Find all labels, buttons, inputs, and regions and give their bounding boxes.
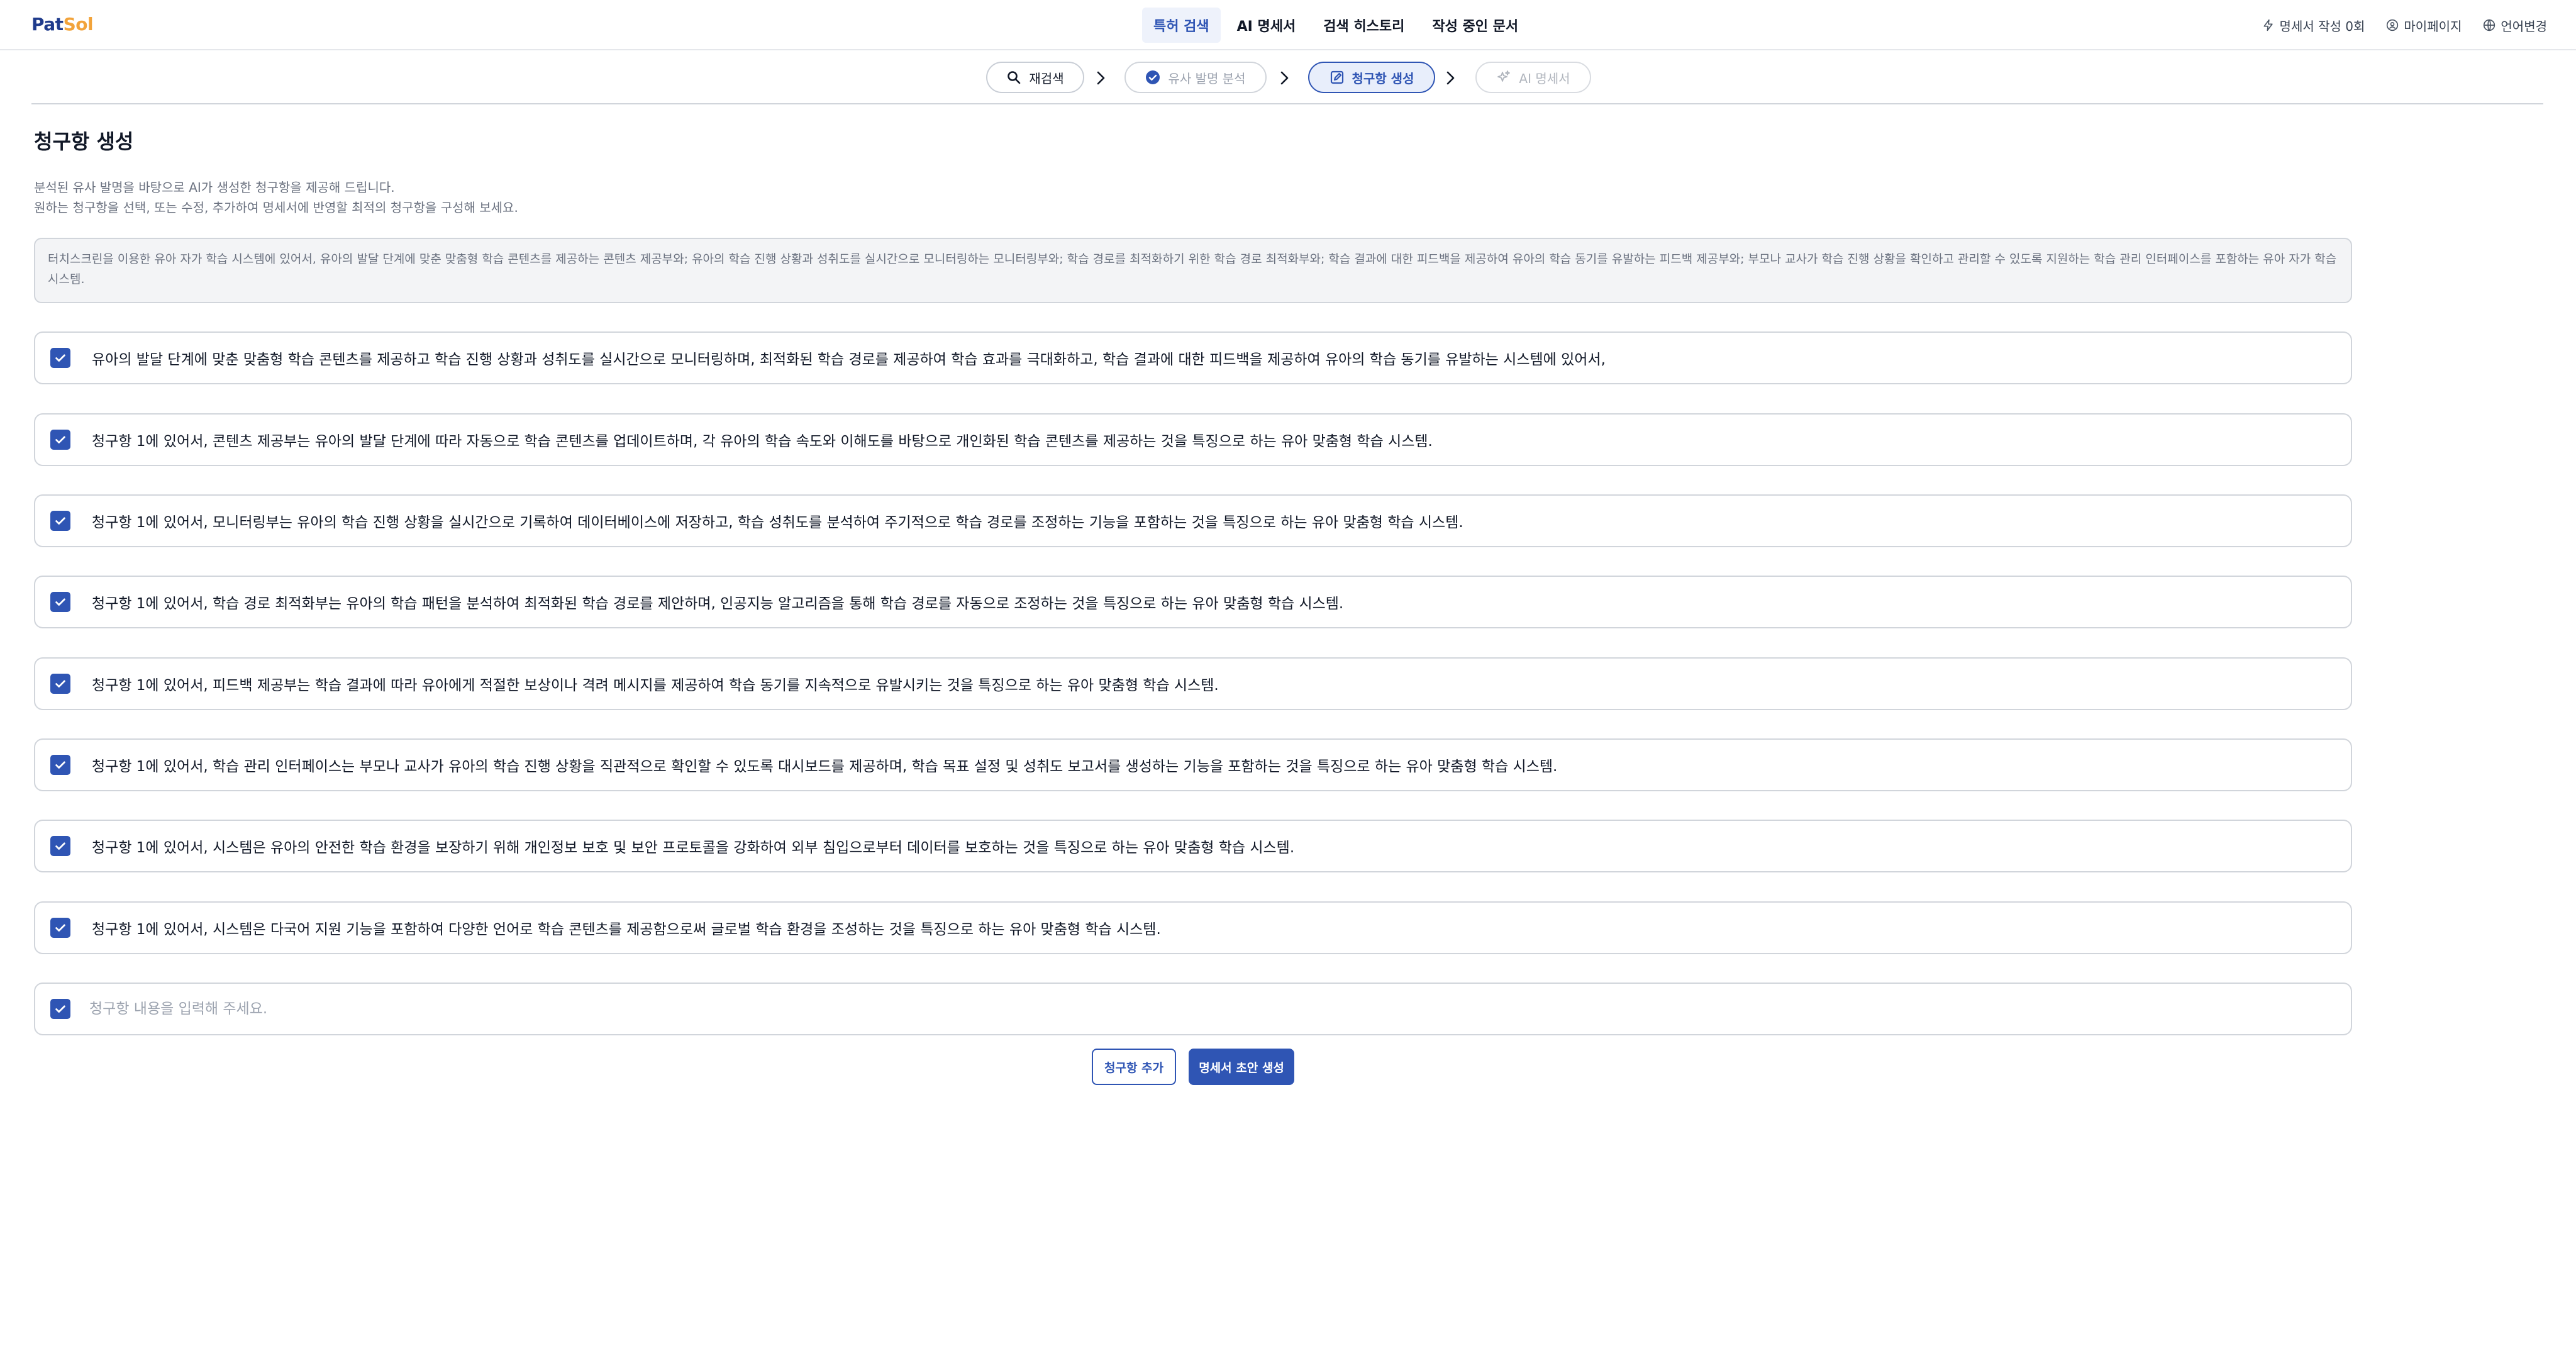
step-claim-generation[interactable]: 청구항 생성 — [1308, 62, 1435, 93]
step-similar-analysis[interactable]: 유사 발명 분석 — [1124, 62, 1267, 93]
main-nav: 특허 검색 AI 명세서 검색 히스토리 작성 중인 문서 — [1142, 8, 1530, 43]
user-icon — [2387, 19, 2399, 31]
check-icon — [55, 1005, 65, 1013]
claim-text[interactable]: 청구항 1에 있어서, 피드백 제공부는 학습 결과에 따라 유아에게 적절한 … — [92, 673, 1219, 694]
check-icon — [55, 517, 65, 525]
claim-checkbox[interactable] — [50, 999, 70, 1019]
user-menu: 명세서 작성 0회 마이페이지 언어변경 — [2262, 0, 2547, 50]
claim-item-2: 청구항 1에 있어서, 콘텐츠 제공부는 유아의 발달 단계에 따라 자동으로 … — [34, 413, 2352, 466]
description-line-1: 분석된 유사 발명을 바탕으로 AI가 생성한 청구항을 제공해 드립니다. — [34, 180, 395, 195]
step-ai-specification-label: AI 명세서 — [1519, 70, 1570, 86]
claim-text[interactable]: 유아의 발달 단계에 맞춘 맞춤형 학습 콘텐츠를 제공하고 학습 진행 상황과… — [92, 347, 1606, 369]
nav-patent-search[interactable]: 특허 검색 — [1142, 8, 1221, 43]
check-circle-icon — [1146, 70, 1160, 84]
step-similar-analysis-label: 유사 발명 분석 — [1168, 70, 1246, 86]
claim-text[interactable]: 청구항 1에 있어서, 시스템은 유아의 안전한 학습 환경을 보장하기 위해 … — [92, 835, 1294, 857]
page-description: 분석된 유사 발명을 바탕으로 AI가 생성한 청구항을 제공해 드립니다. 원… — [34, 177, 518, 218]
check-icon — [55, 436, 65, 443]
claim-checkbox[interactable] — [50, 836, 70, 856]
claim-item-4: 청구항 1에 있어서, 학습 경로 최적화부는 유아의 학습 패턴을 분석하여 … — [34, 576, 2352, 628]
claim-item-5: 청구항 1에 있어서, 피드백 제공부는 학습 결과에 따라 유아에게 적절한 … — [34, 657, 2352, 710]
claim-text[interactable]: 청구항 1에 있어서, 모니터링부는 유아의 학습 진행 상황을 실시간으로 기… — [92, 510, 1463, 532]
claim-checkbox[interactable] — [50, 592, 70, 612]
logo-text-sol: Sol — [63, 14, 94, 35]
step-research[interactable]: 재검색 — [986, 62, 1084, 93]
claim-text[interactable]: 청구항 1에 있어서, 학습 경로 최적화부는 유아의 학습 패턴을 분석하여 … — [92, 591, 1343, 613]
step-research-label: 재검색 — [1029, 70, 1064, 86]
claim-item-1: 유아의 발달 단계에 맞춘 맞춤형 학습 콘텐츠를 제공하고 학습 진행 상황과… — [34, 331, 2352, 384]
page-title: 청구항 생성 — [34, 130, 134, 153]
edit-icon — [1330, 70, 1343, 84]
claim-item-6: 청구항 1에 있어서, 학습 관리 인터페이스는 부모나 교사가 유아의 학습 … — [34, 738, 2352, 791]
chevron-right-icon — [1280, 71, 1289, 85]
claim-text[interactable]: 청구항 1에 있어서, 콘텐츠 제공부는 유아의 발달 단계에 따라 자동으로 … — [92, 429, 1433, 450]
credits-indicator[interactable]: 명세서 작성 0회 — [2262, 16, 2365, 35]
claim-checkbox[interactable] — [50, 511, 70, 531]
check-icon — [55, 680, 65, 688]
logo-text-pat: Pat — [31, 14, 64, 35]
invention-summary: 터치스크린을 이용한 유아 자가 학습 시스템에 있어서, 유아의 발달 단계에… — [34, 238, 2352, 303]
check-icon — [55, 842, 65, 850]
check-icon — [55, 924, 65, 932]
mypage-link[interactable]: 마이페이지 — [2386, 16, 2462, 35]
mypage-label: 마이페이지 — [2404, 18, 2462, 34]
chevron-right-icon — [1097, 71, 1105, 85]
language-label: 언어변경 — [2501, 18, 2547, 34]
step-ai-specification[interactable]: AI 명세서 — [1475, 62, 1591, 93]
progress-stepper: 재검색 유사 발명 분석 청구항 생성 AI 명세서 — [0, 62, 2576, 94]
stepper-divider — [31, 103, 2543, 104]
claim-checkbox[interactable] — [50, 430, 70, 450]
claim-text[interactable]: 청구항 1에 있어서, 학습 관리 인터페이스는 부모나 교사가 유아의 학습 … — [92, 754, 1557, 776]
search-icon — [1008, 71, 1021, 84]
claim-item-8: 청구항 1에 있어서, 시스템은 다국어 지원 기능을 포함하여 다양한 언어로… — [34, 901, 2352, 954]
description-line-2: 원하는 청구항을 선택, 또는 수정, 추가하여 명세서에 반영할 최적의 청구… — [34, 200, 518, 215]
nav-drafts[interactable]: 작성 중인 문서 — [1421, 8, 1530, 43]
claim-text[interactable]: 청구항 1에 있어서, 시스템은 다국어 지원 기능을 포함하여 다양한 언어로… — [92, 917, 1161, 938]
claim-checkbox[interactable] — [50, 918, 70, 938]
globe-icon — [2484, 19, 2496, 31]
chevron-right-icon — [1446, 71, 1455, 85]
check-icon — [55, 354, 65, 362]
check-icon — [55, 761, 65, 769]
sparkle-icon — [1497, 70, 1511, 82]
lightning-icon — [2263, 19, 2273, 31]
check-icon — [55, 598, 65, 606]
nav-search-history[interactable]: 검색 히스토리 — [1312, 8, 1416, 43]
new-claim-input[interactable] — [89, 993, 2328, 1025]
step-claim-generation-label: 청구항 생성 — [1352, 70, 1414, 86]
claim-item-3: 청구항 1에 있어서, 모니터링부는 유아의 학습 진행 상황을 실시간으로 기… — [34, 494, 2352, 547]
generate-draft-button[interactable]: 명세서 초안 생성 — [1189, 1049, 1294, 1085]
claim-checkbox[interactable] — [50, 348, 70, 368]
credits-label: 명세서 작성 0회 — [2279, 18, 2365, 34]
claim-checkbox[interactable] — [50, 755, 70, 775]
claim-item-new — [34, 983, 2352, 1035]
language-switch[interactable]: 언어변경 — [2483, 16, 2547, 35]
add-claim-button[interactable]: 청구항 추가 — [1092, 1049, 1176, 1085]
top-header: PatSol 특허 검색 AI 명세서 검색 히스토리 작성 중인 문서 명세서… — [0, 0, 2576, 50]
nav-ai-specification[interactable]: AI 명세서 — [1226, 8, 1307, 43]
claim-checkbox[interactable] — [50, 674, 70, 694]
patsol-logo[interactable]: PatSol — [31, 14, 94, 35]
claim-item-7: 청구항 1에 있어서, 시스템은 유아의 안전한 학습 환경을 보장하기 위해 … — [34, 820, 2352, 872]
